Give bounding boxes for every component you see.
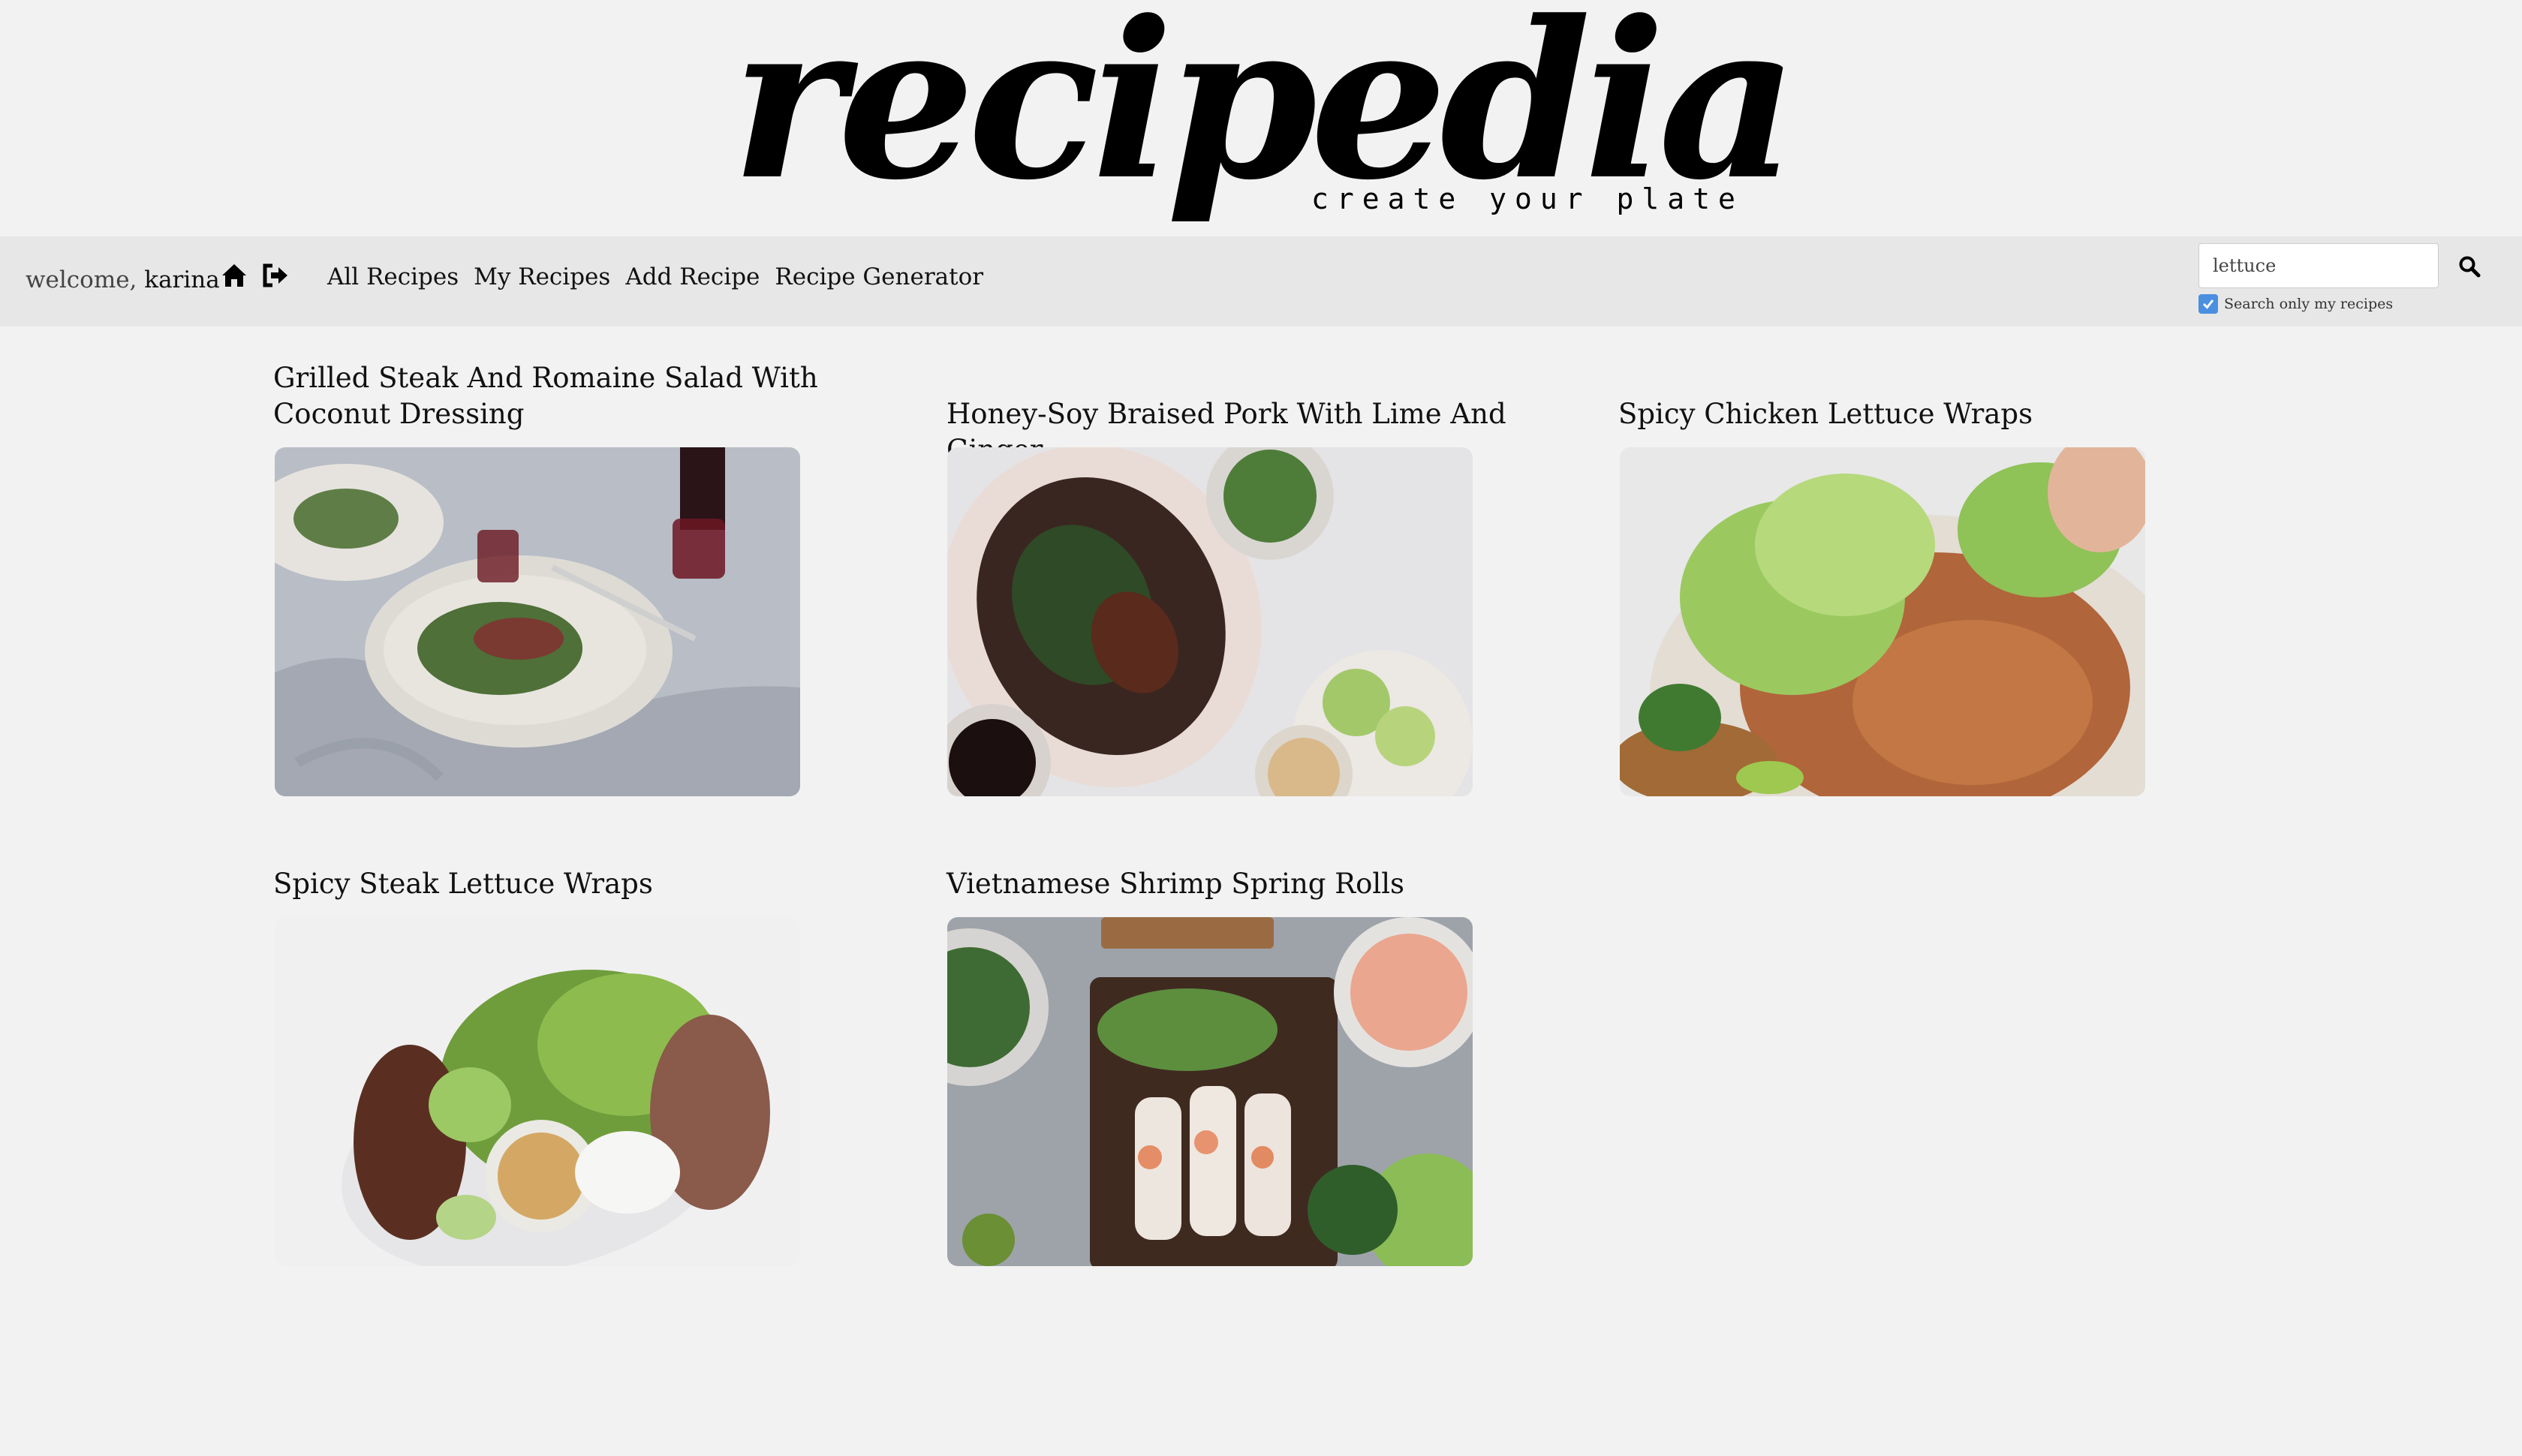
nav-link-recipe-generator[interactable]: Recipe Generator: [775, 263, 983, 290]
recipe-card[interactable]: Vietnamese Shrimp Spring Rolls: [947, 866, 1562, 902]
nav-link-my-recipes[interactable]: My Recipes: [474, 263, 610, 290]
sign-out-icon[interactable]: [260, 260, 290, 290]
recipe-title[interactable]: Grilled Steak And Romaine Salad With Coc…: [273, 360, 889, 432]
search-input[interactable]: [2198, 243, 2439, 288]
welcome-prefix: welcome,: [26, 266, 137, 293]
recipe-card[interactable]: Grilled Steak And Romaine Salad With Coc…: [273, 360, 889, 432]
search-mine-option: Search only my recipes: [2198, 294, 2393, 314]
recipe-image[interactable]: [275, 447, 800, 796]
welcome-message: welcome, karina: [26, 266, 220, 293]
search-icon[interactable]: [2454, 251, 2484, 281]
recipe-image[interactable]: [1620, 447, 2145, 796]
recipe-title[interactable]: Vietnamese Shrimp Spring Rolls: [947, 866, 1562, 902]
recipe-title[interactable]: Spicy Chicken Lettuce Wraps: [1618, 396, 2234, 432]
search-mine-checkbox[interactable]: [2198, 294, 2218, 314]
recipe-image[interactable]: [947, 917, 1473, 1266]
username: karina: [144, 266, 220, 293]
navbar: welcome, karina All Recipes My Recipes A…: [0, 236, 2522, 326]
site-tagline: create your plate: [1311, 182, 1744, 215]
recipe-card[interactable]: Spicy Steak Lettuce Wraps: [273, 866, 889, 902]
recipe-image[interactable]: [275, 917, 800, 1266]
nav-link-add-recipe[interactable]: Add Recipe: [625, 263, 760, 290]
recipe-card[interactable]: Spicy Chicken Lettuce Wraps: [1618, 396, 2234, 432]
home-icon[interactable]: [219, 260, 249, 290]
nav-links: All Recipes My Recipes Add Recipe Recipe…: [327, 263, 983, 290]
recipe-image[interactable]: [947, 447, 1473, 796]
site-logo[interactable]: recipedia: [0, 0, 2522, 209]
search-mine-label: Search only my recipes: [2224, 296, 2394, 312]
site-header: recipedia create your plate: [0, 0, 2522, 236]
recipe-title[interactable]: Spicy Steak Lettuce Wraps: [273, 866, 889, 902]
nav-link-all-recipes[interactable]: All Recipes: [327, 263, 459, 290]
